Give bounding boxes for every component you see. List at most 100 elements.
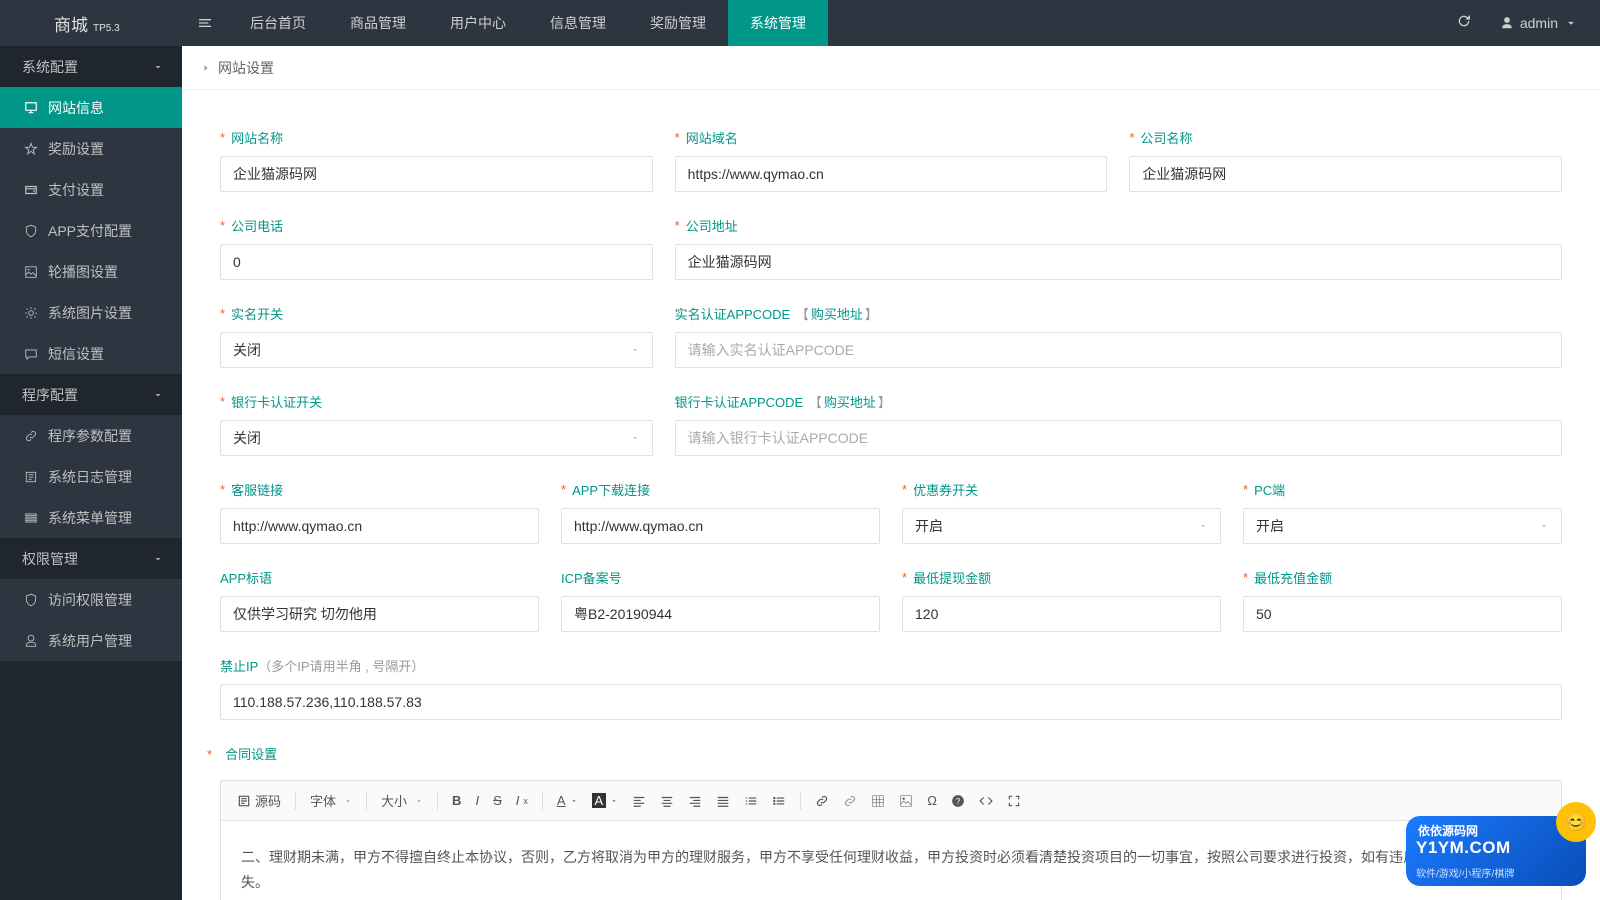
image-button[interactable] — [893, 790, 919, 812]
sidebar-item[interactable]: 系统用户管理 — [0, 620, 182, 661]
watermark-brand: 依依源码网 — [1418, 822, 1478, 839]
app-download-input[interactable] — [561, 508, 880, 544]
watermark: 😊 依依源码网 Y1YM.COM 软件/游戏/小程序/棋牌 — [1406, 816, 1586, 886]
realname-appcode-input[interactable] — [675, 332, 1562, 368]
link-button[interactable] — [809, 790, 835, 812]
chevron-down-icon — [1539, 521, 1549, 531]
sidebar-item[interactable]: 网站信息 — [0, 87, 182, 128]
align-right-button[interactable] — [682, 790, 708, 812]
caret-down-icon — [570, 797, 578, 805]
sidebar-item[interactable]: 奖励设置 — [0, 128, 182, 169]
table-icon — [871, 794, 885, 808]
service-link-input[interactable] — [220, 508, 539, 544]
company-address-input[interactable] — [675, 244, 1562, 280]
brand-name: 商城 — [54, 11, 88, 36]
ordered-list-button[interactable] — [738, 790, 764, 812]
sidebar-item[interactable]: 短信设置 — [0, 333, 182, 374]
align-justify-button[interactable] — [710, 790, 736, 812]
realname-buy-link[interactable]: 购买地址 — [811, 304, 863, 323]
italic-button[interactable]: I — [469, 789, 485, 812]
layout: 系统配置网站信息奖励设置支付设置APP支付配置轮播图设置系统图片设置短信设置程序… — [0, 46, 1600, 900]
bank-switch-select[interactable]: 关闭 — [220, 420, 653, 456]
chevron-down-icon — [152, 389, 164, 401]
brand-version: TP5.3 — [93, 23, 120, 34]
msg-icon — [24, 347, 38, 361]
field-app-slogan: APP标语 — [220, 568, 539, 632]
align-left-button[interactable] — [626, 790, 652, 812]
align-left-icon — [632, 794, 646, 808]
table-button[interactable] — [865, 790, 891, 812]
sidebar-item[interactable]: 系统图片设置 — [0, 292, 182, 333]
omega-button[interactable]: Ω — [921, 789, 943, 812]
image-icon — [899, 794, 913, 808]
topnav-item[interactable]: 用户中心 — [428, 0, 528, 46]
icp-input[interactable] — [561, 596, 880, 632]
strike-button[interactable]: S — [487, 789, 508, 812]
min-withdraw-input[interactable] — [902, 596, 1221, 632]
app-slogan-input[interactable] — [220, 596, 539, 632]
sidebar-group-header[interactable]: 系统配置 — [0, 46, 182, 87]
coupon-switch-select[interactable]: 开启 — [902, 508, 1221, 544]
sidebar-group-header[interactable]: 权限管理 — [0, 538, 182, 579]
company-phone-input[interactable] — [220, 244, 653, 280]
ban-ip-input[interactable] — [220, 684, 1562, 720]
bold-button[interactable]: B — [446, 789, 467, 812]
sidebar-item[interactable]: 系统菜单管理 — [0, 497, 182, 538]
pay-icon — [24, 183, 38, 197]
size-dropdown[interactable]: 大小 — [375, 791, 429, 810]
sidebar-item-label: 奖励设置 — [48, 139, 104, 159]
bg-color-button[interactable]: A — [586, 789, 625, 812]
sidebar-item[interactable]: APP支付配置 — [0, 210, 182, 251]
sidebar-item[interactable]: 支付设置 — [0, 169, 182, 210]
menu-toggle-button[interactable] — [182, 0, 228, 46]
code-button[interactable] — [973, 790, 999, 812]
sidebar-item[interactable]: 访问权限管理 — [0, 579, 182, 620]
refresh-button[interactable] — [1456, 13, 1472, 34]
shield-icon — [24, 593, 38, 607]
sidebar-item[interactable]: 轮播图设置 — [0, 251, 182, 292]
editor-paragraph: 二、理财期未满，甲方不得擅自终止本协议，否则，乙方将取消为甲方的理财服务，甲方不… — [241, 845, 1541, 895]
field-company-name: *公司名称 — [1129, 128, 1562, 192]
font-dropdown[interactable]: 字体 — [304, 791, 358, 810]
unordered-list-button[interactable] — [766, 790, 792, 812]
editor-body[interactable]: 二、理财期未满，甲方不得擅自终止本协议，否则，乙方将取消为甲方的理财服务，甲方不… — [221, 821, 1561, 900]
topnav-item[interactable]: 信息管理 — [528, 0, 628, 46]
site-name-input[interactable] — [220, 156, 653, 192]
sidebar-item-label: 系统日志管理 — [48, 467, 132, 487]
link-icon — [24, 429, 38, 443]
clear-format-button[interactable]: Ix — [510, 789, 534, 812]
topnav-item[interactable]: 奖励管理 — [628, 0, 728, 46]
user-menu[interactable]: admin — [1500, 15, 1578, 31]
bank-buy-link[interactable]: 购买地址 — [824, 392, 876, 411]
sidebar-item[interactable]: 程序参数配置 — [0, 415, 182, 456]
pc-switch-select[interactable]: 开启 — [1243, 508, 1562, 544]
chevron-down-icon — [1564, 16, 1578, 30]
image-icon — [24, 265, 38, 279]
sidebar-group-header[interactable]: 程序配置 — [0, 374, 182, 415]
user-name: admin — [1520, 15, 1558, 31]
fullscreen-button[interactable] — [1001, 790, 1027, 812]
sidebar-item[interactable]: 系统日志管理 — [0, 456, 182, 497]
bank-appcode-input[interactable] — [675, 420, 1562, 456]
gear-icon — [24, 306, 38, 320]
field-company-phone: *公司电话 — [220, 216, 653, 280]
topnav-item[interactable]: 系统管理 — [728, 0, 828, 46]
topnav-item[interactable]: 后台首页 — [228, 0, 328, 46]
field-icp: ICP备案号 — [561, 568, 880, 632]
ul-icon — [772, 794, 786, 808]
topnav-item[interactable]: 商品管理 — [328, 0, 428, 46]
text-color-button[interactable]: A — [551, 789, 584, 812]
company-name-input[interactable] — [1129, 156, 1562, 192]
content: 网站设置 *网站名称 *网站域名 *公司名称 *公司电话 — [182, 46, 1600, 900]
realname-switch-select[interactable]: 关闭 — [220, 332, 653, 368]
breadcrumb: 网站设置 — [182, 46, 1600, 90]
svg-text:?: ? — [956, 796, 961, 805]
help-button[interactable]: ? — [945, 790, 971, 812]
unlink-button[interactable] — [837, 790, 863, 812]
site-domain-input[interactable] — [675, 156, 1108, 192]
source-button[interactable]: 源码 — [231, 787, 287, 814]
fullscreen-icon — [1007, 794, 1021, 808]
rich-editor: 源码 字体 大小 B I S Ix A A — [220, 780, 1562, 900]
align-center-button[interactable] — [654, 790, 680, 812]
min-recharge-input[interactable] — [1243, 596, 1562, 632]
